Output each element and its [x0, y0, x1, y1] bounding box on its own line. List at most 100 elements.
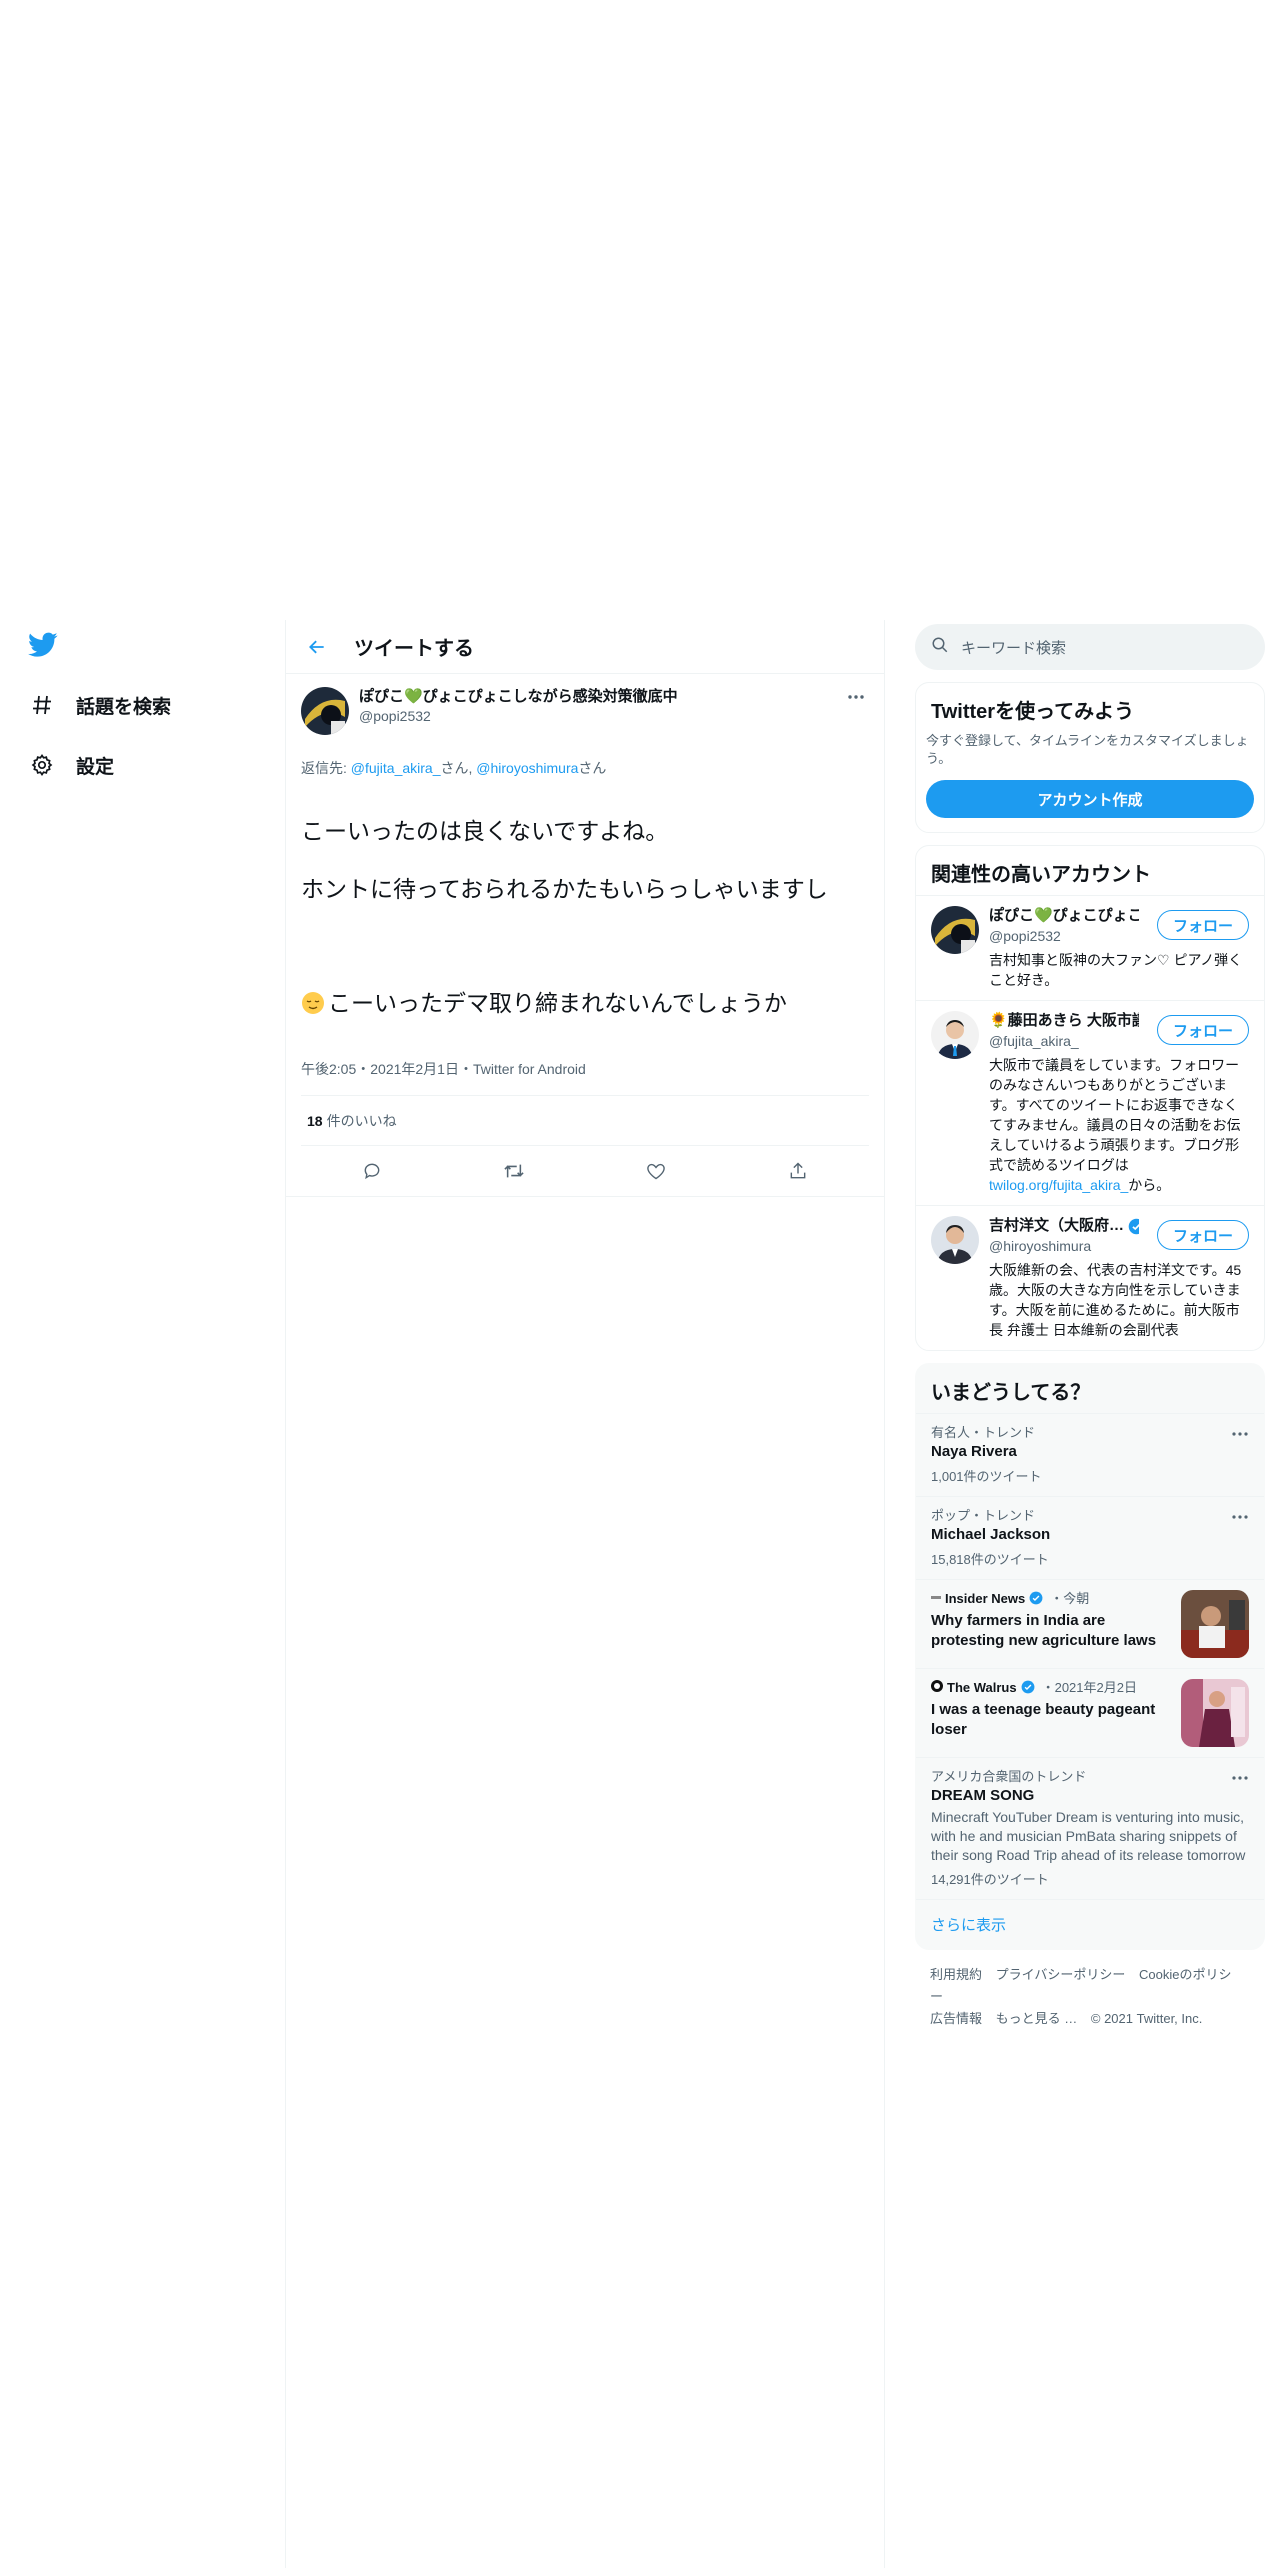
trend-item[interactable]: アメリカ合衆国のトレンド DREAM SONG Minecraft YouTub… — [916, 1757, 1264, 1899]
account-item[interactable]: 吉村洋文（大阪府… @hiroyoshimura 大阪維新の会、代表の吉村洋文で… — [916, 1205, 1264, 1350]
reply-suffix: さん — [578, 760, 607, 776]
retweet-icon[interactable] — [497, 1154, 531, 1188]
news-item[interactable]: The Walrus ・2021年2月2日 I was a teenage be… — [916, 1668, 1264, 1757]
search-icon — [931, 636, 949, 659]
reply-user-link[interactable]: @hiroyoshimura — [476, 760, 578, 776]
hashtag-icon — [28, 691, 56, 719]
author-avatar[interactable] — [301, 687, 349, 735]
trend-name: DREAM SONG — [931, 1787, 1035, 1804]
news-thumbnail — [1181, 1679, 1249, 1747]
trend-count: 15,818件のツイート — [931, 1552, 1049, 1567]
news-source-logo-icon — [931, 1590, 941, 1608]
more-options-icon[interactable] — [845, 688, 869, 706]
account-bio: 大阪維新の会、代表の吉村洋文です。45歳。大阪の大きな方向性を示していきます。大… — [989, 1262, 1242, 1338]
account-item[interactable]: 🌻藤田あきら 大阪市議 @fujita_akira_ 大阪市で議員をしています。… — [916, 1000, 1264, 1205]
news-source-logo-icon — [931, 1679, 943, 1697]
related-title: 関連性の高いアカウント — [931, 864, 1151, 886]
related-accounts-card: 関連性の高いアカウント ぽぴこ💚ぴょこぴょこしながら… @popi2532 吉村… — [915, 845, 1265, 1351]
account-name: 🌻藤田あきら 大阪市議 — [989, 1012, 1139, 1029]
trend-item[interactable]: 有名人・トレンド Naya Rivera 1,001件のツイート — [916, 1413, 1264, 1496]
tweet-author[interactable]: ぽぴこ💚ぴょこぴょこしながら感染対策徹底中 @popi2532 — [301, 682, 869, 735]
create-account-button[interactable]: アカウント作成 — [926, 780, 1254, 818]
tweet-text-line-3: こーいったデマ取り締まれないんでしょうか — [301, 933, 869, 1018]
nav-explore[interactable]: 話題を検索 — [28, 685, 171, 725]
back-arrow-icon[interactable] — [300, 630, 334, 664]
account-item[interactable]: ぽぴこ💚ぴょこぴょこしながら… @popi2532 吉村知事と阪神の大ファン♡ … — [916, 895, 1264, 1000]
trends-card: いまどうしてる？ 有名人・トレンド Naya Rivera 1,001件のツイー… — [915, 1363, 1265, 1950]
news-source-row: Insider News ・今朝 — [931, 1590, 1171, 1608]
trend-name: Michael Jackson — [931, 1526, 1051, 1543]
likes-count: 18 — [307, 1112, 323, 1129]
gear-icon — [28, 751, 56, 779]
author-handle: @popi2532 — [359, 708, 431, 724]
trend-item[interactable]: ポップ・トレンド Michael Jackson 15,818件のツイート — [916, 1496, 1264, 1579]
trends-title: いまどうしてる？ — [931, 1382, 1091, 1404]
account-avatar[interactable] — [931, 906, 979, 954]
likes-row[interactable]: 18 件のいいね — [301, 1096, 869, 1146]
tweet-text-line: ホントに待っておられるかたもいらっしゃいますし — [301, 876, 828, 902]
tweet: ぽぴこ💚ぴょこぴょこしながら感染対策徹底中 @popi2532 返信先: @fu… — [286, 674, 884, 1197]
trend-count: 1,001件のツイート — [931, 1469, 1042, 1484]
news-source-row: The Walrus ・2021年2月2日 — [931, 1679, 1171, 1697]
nav-settings-label: 設定 — [76, 756, 115, 778]
news-source: The Walrus — [947, 1680, 1017, 1695]
author-name: ぽぴこ💚ぴょこぴょこしながら感染対策徹底中 — [359, 688, 678, 705]
tweet-text: こーいったのは良くないですよね。 ホントに待っておられるかたもいらっしゃいますし… — [301, 788, 869, 1047]
signup-card: Twitterを使ってみよう 今すぐ登録して、タイムラインをカスタマイズしましょ… — [915, 682, 1265, 833]
search-input[interactable]: キーワード検索 — [961, 637, 1066, 658]
news-thumbnail — [1181, 1590, 1249, 1658]
trend-description: Minecraft YouTuber Dream is venturing in… — [931, 1809, 1246, 1863]
share-icon[interactable] — [781, 1154, 815, 1188]
news-item[interactable]: Insider News ・今朝 Why farmers in India ar… — [916, 1579, 1264, 1668]
tweet-text-line: こーいったデマ取り締まれないんでしょうか — [328, 990, 787, 1016]
tweet-meta: 午後2:05・2021年2月1日・Twitter for Android — [301, 1059, 869, 1096]
reply-to: 返信先: @fujita_akira_さん, @hiroyoshimuraさん — [301, 758, 869, 778]
reply-user-link[interactable]: @fujita_akira_ — [351, 760, 441, 776]
search-box[interactable]: キーワード検索 — [915, 624, 1265, 670]
account-name: 吉村洋文（大阪府… — [989, 1217, 1125, 1234]
footer-link[interactable]: 利用規約 — [930, 1967, 982, 1982]
reply-icon[interactable] — [355, 1154, 389, 1188]
verified-badge-icon — [1128, 1218, 1139, 1235]
twitter-bird-icon[interactable] — [28, 632, 62, 662]
follow-button[interactable]: フォロー — [1157, 910, 1249, 940]
account-bio: 大阪市で議員をしています。フォロワーのみなさんいつもありがとうございます。すべて… — [989, 1055, 1249, 1195]
right-sidebar: キーワード検索 Twitterを使ってみよう 今すぐ登録して、タイムラインをカス… — [915, 620, 1265, 2044]
trend-context: 有名人・トレンド — [931, 1425, 1036, 1440]
account-avatar[interactable] — [931, 1011, 979, 1059]
account-bio: 吉村知事と阪神の大ファン♡ ピアノ弾くこと好き。 — [989, 952, 1243, 988]
signup-title: Twitterを使ってみよう — [931, 701, 1135, 723]
nav-explore-label: 話題を検索 — [76, 696, 172, 718]
trend-context: ポップ・トレンド — [931, 1508, 1036, 1523]
trend-context: アメリカ合衆国のトレンド — [931, 1769, 1087, 1784]
verified-badge-icon — [1021, 1680, 1038, 1697]
footer-link[interactable]: プライバシーポリシー — [996, 1967, 1126, 1982]
follow-button[interactable]: フォロー — [1157, 1015, 1249, 1045]
more-options-icon[interactable] — [1231, 1509, 1249, 1519]
account-avatar[interactable] — [931, 1216, 979, 1264]
footer-link[interactable]: もっと見る … — [996, 2011, 1078, 2026]
more-options-icon[interactable] — [1231, 1426, 1249, 1436]
news-time: ・2021年2月2日 — [1041, 1680, 1137, 1695]
news-time: ・今朝 — [1050, 1591, 1090, 1606]
show-more-link[interactable]: さらに表示 — [916, 1899, 1264, 1949]
reply-mid: さん, — [440, 760, 477, 776]
account-bio-text: から。 — [1128, 1177, 1171, 1193]
footer-link[interactable]: 広告情報 — [930, 2011, 982, 2026]
account-name: ぽぴこ💚ぴょこぴょこしながら… — [989, 907, 1139, 924]
news-title: I was a teenage beauty pageant loser — [931, 1701, 1156, 1738]
tweet-actions — [301, 1146, 869, 1196]
account-bio-text: 大阪市で議員をしています。フォロワーのみなさんいつもありがとうございます。すべて… — [989, 1057, 1241, 1173]
reply-prefix: 返信先: — [301, 760, 351, 776]
nav-settings[interactable]: 設定 — [28, 745, 114, 785]
follow-button[interactable]: フォロー — [1157, 1220, 1249, 1250]
more-options-icon[interactable] — [1231, 1770, 1249, 1780]
account-name-row: 吉村洋文（大阪府… — [989, 1216, 1139, 1236]
copyright: © 2021 Twitter, Inc. — [1090, 2011, 1203, 2026]
like-heart-icon[interactable] — [639, 1154, 673, 1188]
tweet-text-line: こーいったのは良くないですよね。 — [301, 818, 669, 844]
main-column: ツイートする ぽぴこ💚ぴょこぴょこしながら感染対策徹底中 @popi2532 返… — [285, 620, 885, 2568]
news-source: Insider News — [945, 1591, 1026, 1606]
bio-link[interactable]: twilog.org/fujita_akira_ — [989, 1177, 1128, 1193]
relieved-face-emoji-icon — [301, 962, 325, 1014]
